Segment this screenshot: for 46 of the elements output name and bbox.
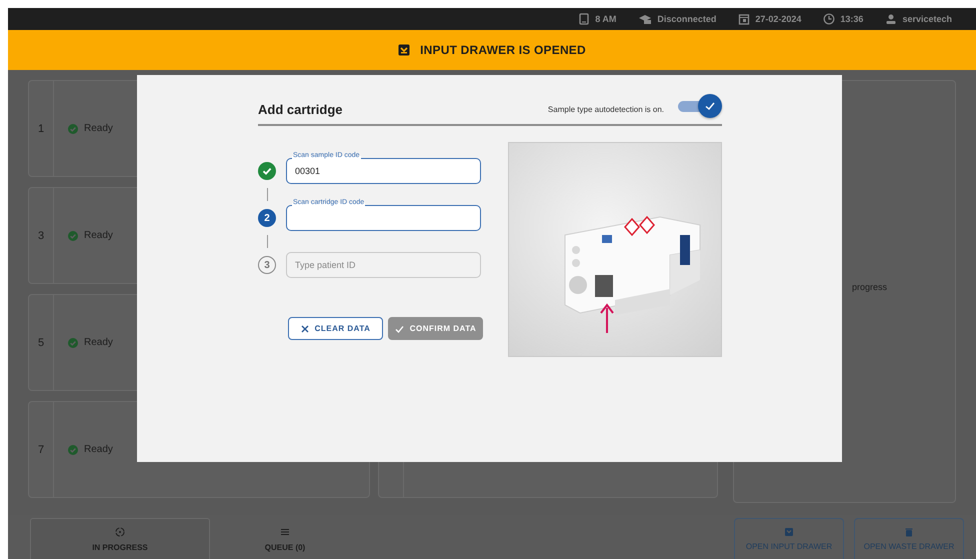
input-field[interactable]: 00301 [286, 158, 481, 184]
slot-number: 5 [38, 336, 44, 348]
status-text: 13:36 [840, 14, 864, 24]
status-text: 8 AM [595, 14, 616, 24]
bottom-tab[interactable]: QUEUE (0) [210, 518, 360, 559]
drawer-icon [398, 44, 410, 56]
slot-number: 1 [38, 122, 44, 134]
status-text: Disconnected [657, 14, 716, 24]
slot-status: Ready [84, 444, 113, 455]
check-icon [704, 100, 716, 112]
step-number: 3 [258, 256, 276, 274]
trash-icon [904, 527, 914, 537]
user-icon [885, 13, 898, 25]
check-circle-icon [68, 338, 78, 348]
check-icon [394, 324, 404, 332]
drawer-button[interactable]: OPEN INPUT DRAWER [734, 518, 844, 559]
slot-number: 3 [38, 230, 44, 242]
status-text: 27-02-2024 [755, 14, 802, 24]
arrow-icon [600, 302, 614, 332]
input-field[interactable] [286, 205, 481, 231]
step-number: 2 [258, 209, 276, 227]
toggle-label: Sample type autodetection is on. [548, 104, 664, 114]
slot-status: Ready [84, 230, 113, 241]
check-circle-icon [68, 444, 78, 454]
clock-icon [823, 13, 836, 25]
bottom-tab[interactable]: IN PROGRESS [30, 518, 210, 559]
slot-number: 7 [38, 444, 44, 456]
calendar-icon [738, 13, 750, 25]
check-circle-icon [68, 124, 78, 134]
panel-text: progress [852, 282, 888, 292]
drawer-button[interactable]: OPEN WASTE DRAWER [854, 518, 964, 559]
close-icon [300, 324, 309, 332]
dialog-title: Add cartridge [258, 102, 344, 116]
check-circle-icon [68, 230, 78, 240]
progress-icon [115, 526, 125, 536]
banner-text: INPUT DRAWER IS OPENED [420, 43, 586, 57]
drawer-icon [784, 527, 794, 537]
status-text: servicetech [902, 14, 952, 24]
step-done-icon [258, 162, 276, 180]
slot-status: Ready [84, 337, 113, 348]
slot-status: Ready [84, 123, 113, 134]
network-icon [638, 13, 652, 25]
toggle-switch[interactable] [678, 94, 722, 118]
list-icon [280, 526, 290, 536]
tablet-icon [578, 13, 590, 25]
action-button[interactable]: CLEAR DATA [288, 317, 383, 340]
